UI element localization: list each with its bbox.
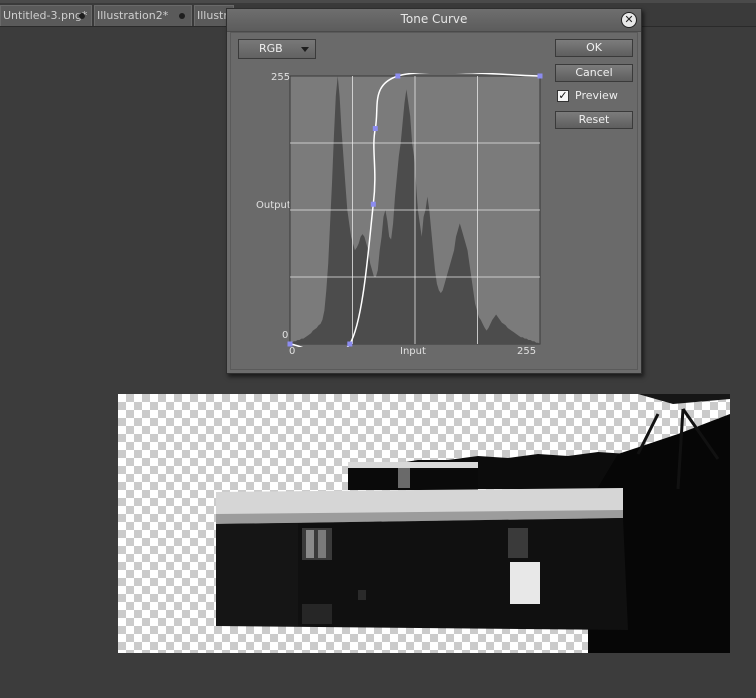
dialog-titlebar[interactable]: Tone Curve ✕ xyxy=(227,9,641,32)
tone-curve-dialog: Tone Curve ✕ RGB OK Cancel ✓ Preview Res… xyxy=(226,8,642,374)
tone-curve-graph[interactable] xyxy=(287,73,543,347)
tab-label: Untitled-3.png* xyxy=(3,9,88,22)
dialog-title: Tone Curve xyxy=(400,12,468,26)
canvas-document[interactable] xyxy=(118,394,730,653)
channel-select[interactable]: RGB xyxy=(238,39,316,59)
canvas-image xyxy=(216,394,730,653)
x-max-label: 255 xyxy=(517,346,537,357)
tab-untitled-3[interactable]: Untitled-3.png* xyxy=(0,5,92,26)
tab-close-dot-icon[interactable] xyxy=(79,13,85,19)
preview-label: Preview xyxy=(575,89,618,102)
tab-illustration2[interactable]: Illustration2* xyxy=(94,5,192,26)
preview-checkbox[interactable]: ✓ xyxy=(557,90,569,102)
y-axis-label: Output xyxy=(256,200,291,211)
reset-button[interactable]: Reset xyxy=(555,111,633,129)
ok-button[interactable]: OK xyxy=(555,39,633,57)
tab-close-dot-icon[interactable] xyxy=(179,13,185,19)
tab-label: Illustration2* xyxy=(97,9,169,22)
cancel-button[interactable]: Cancel xyxy=(555,64,633,82)
x-axis-label: Input xyxy=(400,346,426,357)
channel-select-value: RGB xyxy=(259,42,283,55)
curve-control-point[interactable] xyxy=(287,341,293,347)
dialog-body: RGB OK Cancel ✓ Preview Reset 255 Output… xyxy=(230,32,638,370)
tab-bar-edge xyxy=(0,0,756,3)
curve-control-point[interactable] xyxy=(347,341,353,347)
curve-control-point[interactable] xyxy=(372,126,378,132)
curve-control-point[interactable] xyxy=(395,73,401,79)
curve-control-point[interactable] xyxy=(537,73,543,79)
close-icon[interactable]: ✕ xyxy=(621,12,637,28)
chevron-down-icon xyxy=(301,47,309,52)
curve-control-point[interactable] xyxy=(370,201,376,207)
x-min-label: 0 xyxy=(289,346,296,357)
